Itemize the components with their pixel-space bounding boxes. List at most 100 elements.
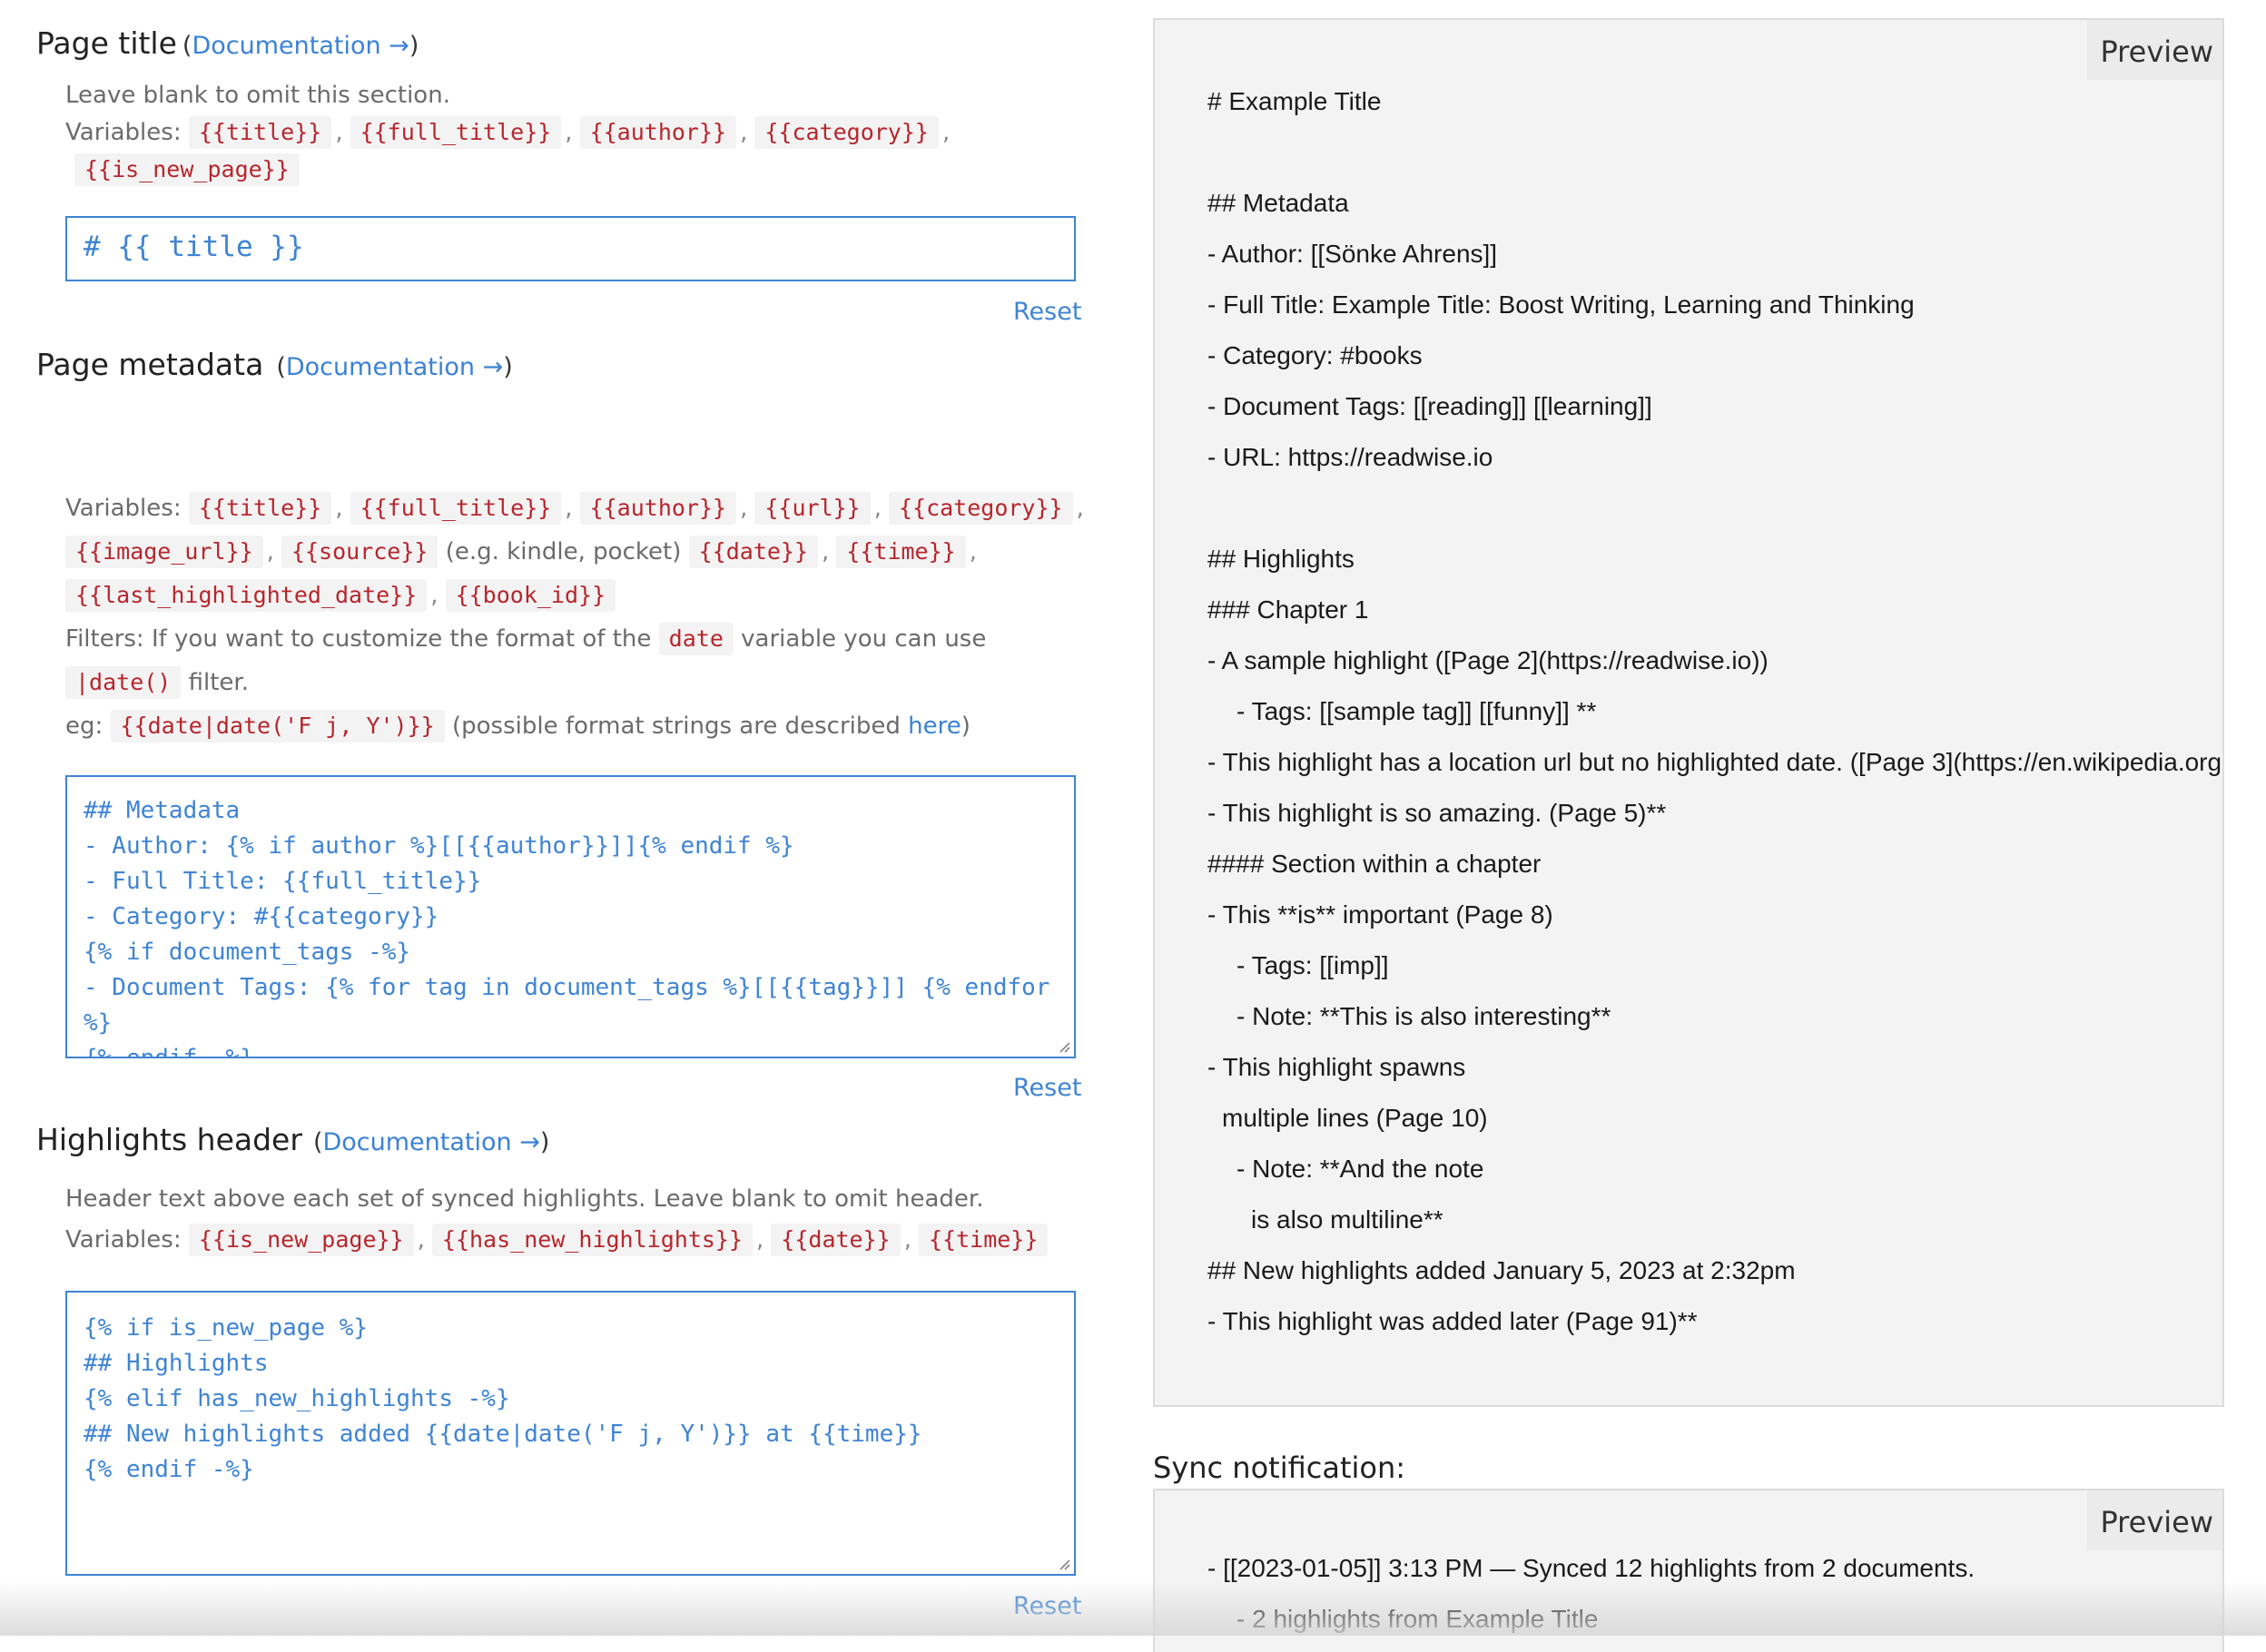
variable-code: {{is_new_page}}: [188, 1224, 414, 1256]
editor-line: %}: [84, 1009, 113, 1037]
highlights-header-editor[interactable]: {% if is_new_page %} ## Highlights {% el…: [65, 1291, 1076, 1576]
sync-notification-preview-panel: Preview - [[2023-01-05]] 3:13 PM — Synce…: [1153, 1489, 2224, 1652]
variable-code: {{date}}: [771, 1224, 901, 1256]
editor-line: ## Metadata: [84, 797, 241, 824]
editor-line: - Document Tags: {% for tag in document_…: [84, 974, 1050, 1001]
variables-label: Variables:: [65, 495, 182, 522]
preview-line: ## Highlights: [1207, 545, 1355, 573]
page-metadata-heading: Page metadata (Documentation →): [36, 347, 513, 382]
variable-code: {{has_new_highlights}}: [431, 1224, 754, 1256]
preview-line: ### Chapter 1: [1207, 595, 1369, 624]
editor-line: - Full Title: {{full_title}}: [84, 868, 482, 895]
page-metadata-heading-text: Page metadata: [36, 347, 264, 382]
editor-line: # {{ title }}: [84, 231, 304, 263]
preview-line: multiple lines (Page 10): [1222, 1104, 1488, 1132]
highlights-header-variables: Variables: {{is_new_page}}, {{has_new_hig…: [65, 1224, 1049, 1256]
resize-handle-icon[interactable]: [1056, 1038, 1070, 1053]
page-title-heading: Page title (Documentation →): [36, 25, 419, 61]
preview-line: - Tags: [[sample tag]] [[funny]] **: [1236, 697, 1597, 725]
page-metadata-editor[interactable]: ## Metadata - Author: {% if author %}[[{…: [65, 775, 1076, 1058]
preview-panel: Preview # Example Title ## Metadata - Au…: [1153, 18, 2224, 1407]
preview-line: - URL: https://readwise.io: [1207, 443, 1493, 471]
format-strings-link[interactable]: here: [908, 713, 961, 740]
variable-code: {{category}}: [888, 492, 1073, 525]
preview-line: # Example Title: [1207, 87, 1382, 115]
highlights-header-hint: Header text above each set of synced hig…: [65, 1185, 984, 1213]
metadata-example-line: eg: {{date|date('F j, Y')}} (possible fo…: [65, 710, 970, 742]
sync-preview-line: - [[2023-01-05]] 3:13 PM — Synced 12 hig…: [1207, 1554, 1975, 1582]
editor-line: ## Highlights: [84, 1350, 269, 1377]
preview-line: - Author: [[Sönke Ahrens]]: [1207, 240, 1498, 268]
variable-code: {{time}}: [836, 536, 966, 568]
variable-code: {{title}}: [188, 492, 332, 525]
page-title-editor[interactable]: # {{ title }}: [65, 216, 1076, 281]
eg-label: eg:: [65, 713, 103, 740]
page-metadata-documentation-link[interactable]: Documentation →: [286, 353, 503, 381]
editor-line: {% elif has_new_highlights -%}: [84, 1385, 510, 1412]
variable-code: {{time}}: [918, 1224, 1049, 1256]
editor-line: {% endif -%}: [84, 1456, 254, 1483]
editor-line: - Author: {% if author %}[[{{author}}]]{…: [84, 832, 794, 860]
editor-line: {% if is_new_page %}: [84, 1314, 369, 1342]
editor-line: {% if document_tags -%}: [84, 939, 411, 966]
page-title-reset-button[interactable]: Reset: [1013, 298, 1081, 326]
highlights-header-reset-button[interactable]: Reset: [1013, 1592, 1081, 1620]
highlights-header-heading-text: Highlights header: [36, 1122, 302, 1157]
variable-code: |date(): [65, 666, 182, 699]
preview-line: #### Section within a chapter: [1207, 850, 1542, 878]
variable-code: {{image_url}}: [65, 536, 263, 568]
filters-text: variable you can use: [741, 625, 987, 653]
variable-code: {{full_title}}: [350, 116, 562, 149]
variable-code: {{author}}: [579, 116, 737, 149]
eg-note: (possible format strings are described: [451, 713, 901, 740]
preview-line: ## New highlights added January 5, 2023 …: [1207, 1256, 1796, 1284]
variable-code: {{source}}: [281, 536, 438, 568]
editor-line: ## New highlights added {{date|date('F j…: [84, 1421, 922, 1448]
variable-code: {{date|date('F j, Y')}}: [110, 710, 445, 742]
variable-code: {{date}}: [688, 536, 819, 568]
metadata-filters-text: Filters: If you want to customize the fo…: [65, 623, 986, 655]
preview-line: - Full Title: Example Title: Boost Writi…: [1207, 290, 1915, 319]
highlights-header-documentation-link[interactable]: Documentation →: [322, 1128, 539, 1156]
variable-code: {{book_id}}: [445, 579, 616, 612]
preview-line: - A sample highlight ([Page 2](https://r…: [1207, 646, 1768, 674]
resize-handle-icon[interactable]: [1056, 1556, 1070, 1570]
variables-label: Variables:: [65, 119, 182, 146]
page-metadata-reset-button[interactable]: Reset: [1013, 1074, 1081, 1102]
editor-line: {% endif -%}: [84, 1045, 254, 1058]
variable-code: {{url}}: [754, 492, 871, 525]
preview-tab[interactable]: Preview: [2087, 20, 2222, 80]
metadata-filter-line: |date() filter.: [65, 666, 249, 699]
preview-line: - Note: **This is also interesting**: [1236, 1002, 1611, 1030]
metadata-variables-row1: Variables: {{title}}, {{full_title}}, {{au…: [65, 492, 1091, 525]
page-title-variables-row2: {{is_new_page}}: [65, 153, 300, 186]
page-title-documentation-link[interactable]: Documentation →: [192, 32, 409, 60]
preview-line: - This highlight was added later (Page 9…: [1207, 1307, 1698, 1335]
preview-line: ## Metadata: [1207, 189, 1349, 217]
preview-line: - This highlight spawns: [1207, 1053, 1466, 1081]
eg-close: ): [961, 713, 970, 740]
sync-notification-label: Sync notification:: [1153, 1450, 1406, 1485]
variable-code: {{last_highlighted_date}}: [65, 579, 428, 612]
variable-code: {{author}}: [579, 492, 737, 525]
preview-line: - Category: #books: [1207, 341, 1423, 369]
preview-line: - This **is** important (Page 8): [1207, 900, 1553, 929]
metadata-variables-row3: {{last_highlighted_date}}, {{book_id}}: [65, 579, 616, 612]
editor-line: - Category: #{{category}}: [84, 903, 439, 930]
page-title-heading-text: Page title: [36, 25, 177, 61]
variables-label: Variables:: [65, 1226, 182, 1254]
variable-code: {{full_title}}: [350, 492, 562, 525]
preview-line: is also multiline**: [1251, 1205, 1443, 1234]
filters-text: Filters: If you want to customize the fo…: [65, 625, 652, 653]
preview-tab[interactable]: Preview: [2087, 1490, 2222, 1550]
template-settings-column: Page title (Documentation →) Leave blank …: [0, 0, 1126, 1636]
preview-line: - Tags: [[imp]]: [1236, 951, 1389, 979]
highlights-header-heading: Highlights header (Documentation →): [36, 1122, 550, 1157]
variable-code: {{is_new_page}}: [74, 153, 300, 186]
variable-code: {{category}}: [754, 116, 939, 149]
variable-code: {{title}}: [188, 116, 332, 149]
preview-line: - This highlight has a location url but …: [1207, 748, 2222, 776]
page-title-hint: Leave blank to omit this section.: [65, 82, 450, 109]
page-title-variables: Variables: {{title}}, {{full_title}}, {{au…: [65, 116, 957, 149]
metadata-variables-row2: {{image_url}}, {{source}} (e.g. kindle, p…: [65, 536, 984, 568]
